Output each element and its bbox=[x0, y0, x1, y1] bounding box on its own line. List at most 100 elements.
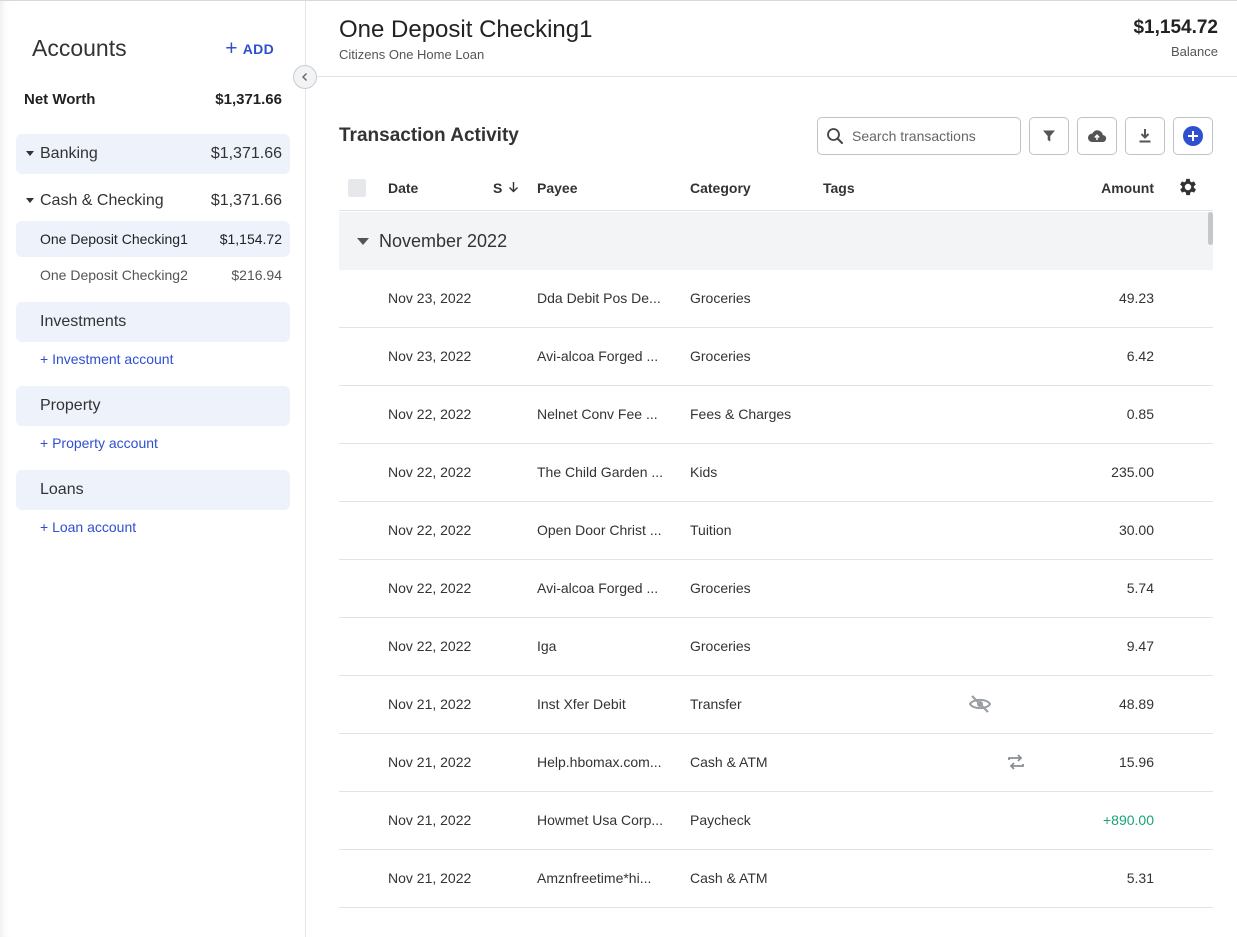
table-row[interactable]: Nov 22, 2022 Avi-alcoa Forged ... Grocer… bbox=[339, 560, 1213, 618]
row-amount: 5.74 bbox=[1126, 580, 1154, 596]
hidden-icon[interactable] bbox=[968, 694, 992, 717]
sidebar-header: Accounts + ADD bbox=[32, 35, 282, 67]
section-title: Transaction Activity bbox=[339, 125, 519, 146]
table-row[interactable]: Nov 21, 2022 Inst Xfer Debit Transfer 48… bbox=[339, 676, 1213, 734]
add-property-account-link[interactable]: + Property account bbox=[40, 435, 158, 451]
row-date: Nov 22, 2022 bbox=[388, 638, 472, 654]
col-category[interactable]: Category bbox=[690, 180, 751, 196]
account-label: One Deposit Checking1 bbox=[40, 231, 188, 247]
row-payee: Howmet Usa Corp... bbox=[537, 812, 664, 828]
sidebar-account-checking1[interactable]: One Deposit Checking1 $1,154.72 bbox=[16, 221, 290, 257]
group-banking[interactable]: Banking $1,371.66 bbox=[16, 134, 290, 174]
row-amount: 6.42 bbox=[1126, 348, 1154, 364]
row-amount: 48.89 bbox=[1118, 696, 1154, 712]
group-investments-label: Investments bbox=[40, 313, 127, 330]
group-loans[interactable]: Loans bbox=[16, 470, 290, 510]
row-amount: 49.23 bbox=[1118, 290, 1154, 306]
row-category[interactable]: Groceries bbox=[690, 638, 751, 654]
table-row[interactable]: Nov 22, 2022 Iga Groceries 9.47 bbox=[339, 618, 1213, 676]
upload-button[interactable] bbox=[1077, 117, 1117, 155]
cloud-upload-icon bbox=[1087, 130, 1107, 143]
row-amount: 9.47 bbox=[1126, 638, 1154, 654]
table-header: Date S Payee Category Tags Amount bbox=[339, 167, 1213, 211]
col-status[interactable]: S bbox=[493, 180, 519, 196]
row-amount: 5.31 bbox=[1126, 870, 1154, 886]
repeat-icon[interactable] bbox=[1006, 752, 1026, 775]
table-row[interactable]: Nov 22, 2022 Open Door Christ ... Tuitio… bbox=[339, 502, 1213, 560]
row-date: Nov 21, 2022 bbox=[388, 870, 472, 886]
row-category[interactable]: Fees & Charges bbox=[690, 406, 791, 422]
add-account-label: ADD bbox=[242, 41, 274, 57]
add-loan-account-link[interactable]: + Loan account bbox=[40, 519, 136, 535]
group-property-label: Property bbox=[40, 397, 101, 414]
group-cash-checking-value: $1,371.66 bbox=[210, 192, 282, 209]
row-category[interactable]: Kids bbox=[690, 464, 717, 480]
row-date: Nov 23, 2022 bbox=[388, 290, 472, 306]
table-row[interactable]: Nov 23, 2022 Avi-alcoa Forged ... Grocer… bbox=[339, 328, 1213, 386]
download-button[interactable] bbox=[1125, 117, 1165, 155]
account-value: $1,154.72 bbox=[219, 231, 282, 247]
row-date: Nov 22, 2022 bbox=[388, 522, 472, 538]
row-payee: Help.hbomax.com... bbox=[537, 754, 662, 770]
row-date: Nov 22, 2022 bbox=[388, 464, 472, 480]
table-row[interactable]: Nov 22, 2022 Nelnet Conv Fee ... Fees & … bbox=[339, 386, 1213, 444]
row-category[interactable]: Groceries bbox=[690, 580, 751, 596]
search-box[interactable] bbox=[817, 117, 1021, 155]
row-payee: Nelnet Conv Fee ... bbox=[537, 406, 658, 422]
table-row[interactable]: Nov 23, 2022 Dda Debit Pos De... Groceri… bbox=[339, 270, 1213, 328]
row-category[interactable]: Paycheck bbox=[690, 812, 751, 828]
month-group-header[interactable]: November 2022 bbox=[339, 212, 1213, 270]
transaction-list: Nov 23, 2022 Dda Debit Pos De... Groceri… bbox=[339, 270, 1213, 908]
net-worth-value: $1,371.66 bbox=[215, 91, 282, 108]
add-transaction-button[interactable] bbox=[1173, 117, 1213, 155]
page-subtitle: Citizens One Home Loan bbox=[339, 47, 485, 62]
group-cash-checking-label: Cash & Checking bbox=[40, 192, 164, 209]
add-investment-account-link[interactable]: + Investment account bbox=[40, 351, 173, 367]
row-category[interactable]: Transfer bbox=[690, 696, 742, 712]
group-cash-checking[interactable]: Cash & Checking $1,371.66 bbox=[16, 183, 290, 219]
search-input[interactable] bbox=[852, 128, 1012, 144]
row-payee: Amznfreetime*hi... bbox=[537, 870, 652, 886]
scrollbar[interactable] bbox=[1208, 212, 1213, 245]
row-payee: The Child Garden ... bbox=[537, 464, 664, 480]
sidebar-account-checking2[interactable]: One Deposit Checking2 $216.94 bbox=[16, 257, 290, 293]
table-row[interactable]: Nov 21, 2022 Howmet Usa Corp... Paycheck… bbox=[339, 792, 1213, 850]
column-settings-button[interactable] bbox=[1177, 176, 1199, 201]
group-loans-label: Loans bbox=[40, 481, 84, 498]
row-payee: Open Door Christ ... bbox=[537, 522, 662, 538]
row-category[interactable]: Groceries bbox=[690, 348, 751, 364]
row-date: Nov 23, 2022 bbox=[388, 348, 472, 364]
collapse-sidebar-button[interactable] bbox=[293, 65, 317, 89]
row-date: Nov 22, 2022 bbox=[388, 580, 472, 596]
col-payee[interactable]: Payee bbox=[537, 180, 577, 196]
account-label: One Deposit Checking2 bbox=[40, 267, 188, 283]
row-category[interactable]: Groceries bbox=[690, 290, 751, 306]
col-date[interactable]: Date bbox=[388, 180, 418, 196]
table-row[interactable]: Nov 21, 2022 Help.hbomax.com... Cash & A… bbox=[339, 734, 1213, 792]
table-row[interactable]: Nov 21, 2022 Amznfreetime*hi... Cash & A… bbox=[339, 850, 1213, 908]
row-payee: Iga bbox=[537, 638, 557, 654]
row-amount: 15.96 bbox=[1118, 754, 1154, 770]
filter-icon bbox=[1043, 130, 1055, 142]
select-all-checkbox[interactable] bbox=[348, 179, 366, 197]
col-amount[interactable]: Amount bbox=[1101, 180, 1154, 196]
row-category[interactable]: Tuition bbox=[690, 522, 732, 538]
net-worth: Net Worth $1,371.66 bbox=[24, 91, 282, 108]
row-category[interactable]: Cash & ATM bbox=[690, 754, 768, 770]
row-payee: Inst Xfer Debit bbox=[537, 696, 626, 712]
row-category[interactable]: Cash & ATM bbox=[690, 870, 768, 886]
group-property[interactable]: Property bbox=[16, 386, 290, 426]
col-status-label: S bbox=[493, 180, 503, 196]
filter-button[interactable] bbox=[1029, 117, 1069, 155]
row-amount: 30.00 bbox=[1118, 522, 1154, 538]
add-account-button[interactable]: + ADD bbox=[225, 37, 274, 60]
table-row[interactable]: Nov 22, 2022 The Child Garden ... Kids 2… bbox=[339, 444, 1213, 502]
row-payee: Avi-alcoa Forged ... bbox=[537, 348, 659, 364]
col-tags[interactable]: Tags bbox=[823, 180, 855, 196]
row-date: Nov 22, 2022 bbox=[388, 406, 472, 422]
caret-down-icon bbox=[26, 151, 34, 156]
group-investments[interactable]: Investments bbox=[16, 302, 290, 342]
plus-circle-icon bbox=[1183, 126, 1203, 146]
row-amount: 235.00 bbox=[1111, 464, 1154, 480]
plus-icon: + bbox=[225, 37, 238, 60]
